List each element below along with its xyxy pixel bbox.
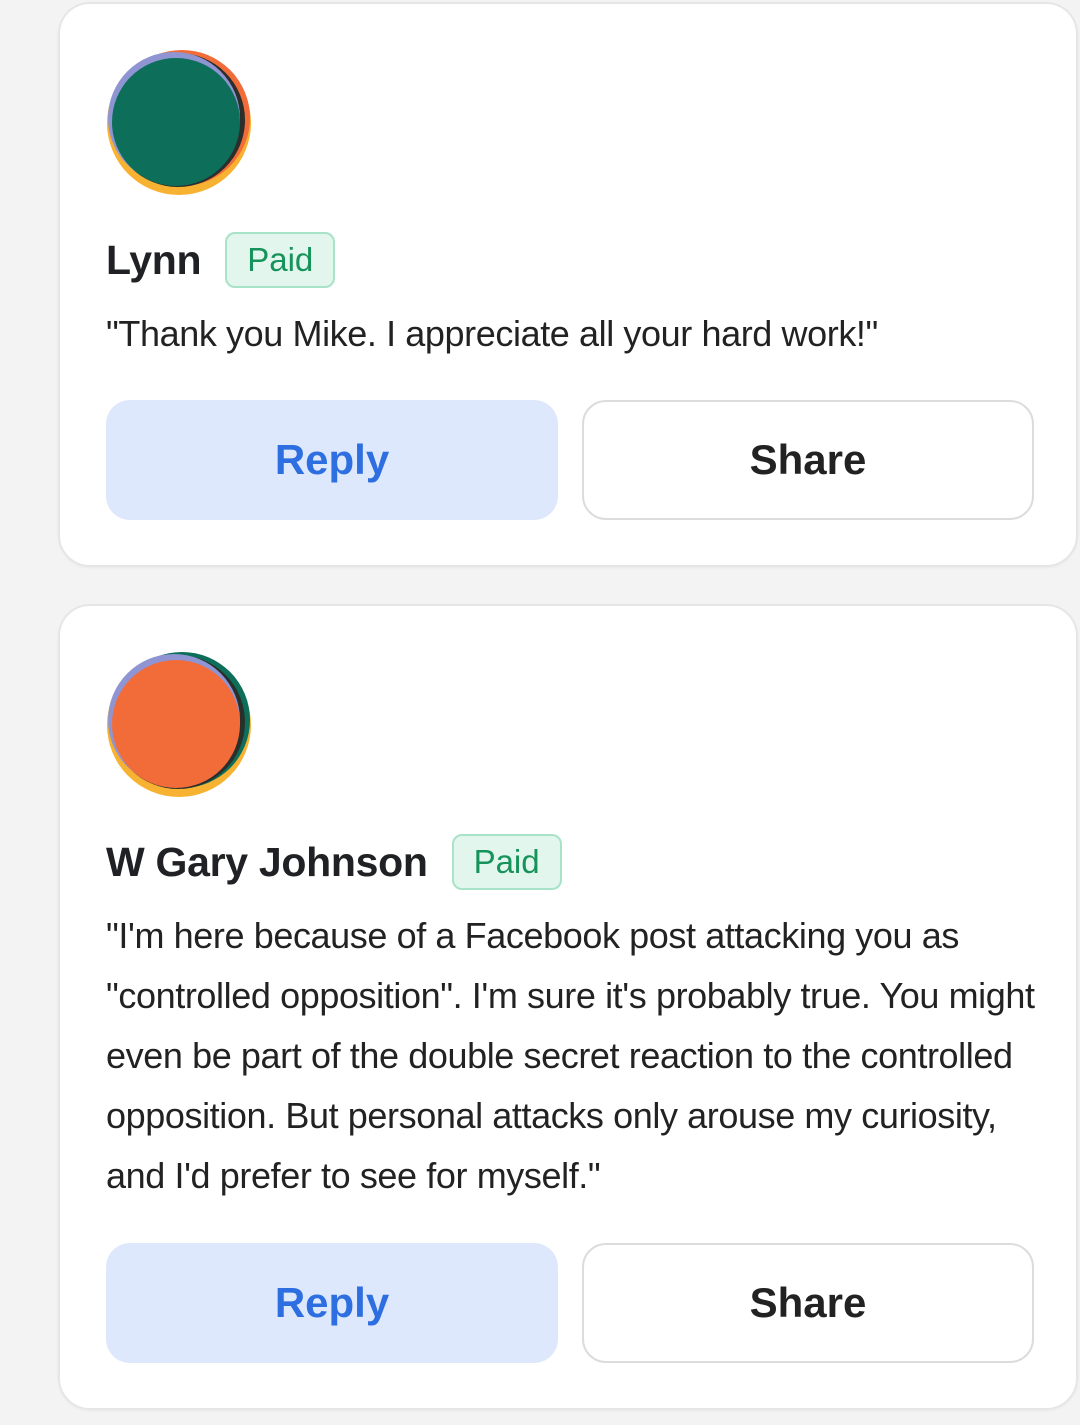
comment-text: "Thank you Mike. I appreciate all your h… <box>106 313 878 354</box>
reply-button[interactable]: Reply <box>106 400 558 520</box>
reply-button[interactable]: Reply <box>106 1243 558 1363</box>
comment-card: W Gary Johnson Paid "I'm here because of… <box>58 604 1078 1410</box>
avatar-orange-orb-icon[interactable] <box>106 652 252 798</box>
share-button[interactable]: Share <box>582 400 1034 520</box>
avatar-green-orb-icon[interactable] <box>106 50 252 196</box>
author-row: Lynn Paid <box>106 232 336 288</box>
author-name[interactable]: W Gary Johnson <box>106 839 428 886</box>
comment-card: Lynn Paid "Thank you Mike. I appreciate … <box>58 2 1078 567</box>
paid-badge: Paid <box>451 834 562 890</box>
author-name[interactable]: Lynn <box>106 237 202 284</box>
author-row: W Gary Johnson Paid <box>106 834 562 890</box>
share-button[interactable]: Share <box>582 1243 1034 1363</box>
paid-badge: Paid <box>225 232 336 288</box>
comment-text: "I'm here because of a Facebook post att… <box>106 915 1035 1196</box>
